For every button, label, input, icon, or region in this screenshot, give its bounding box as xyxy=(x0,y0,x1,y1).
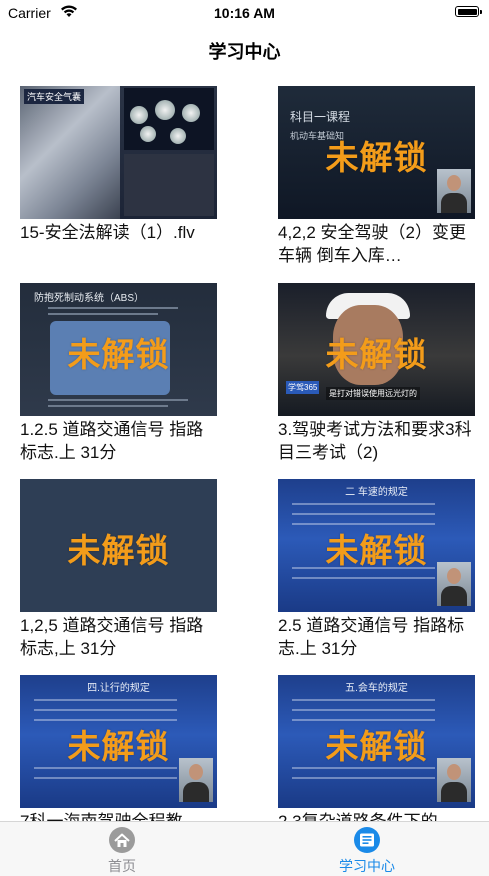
tab-bar: 首页 学习中心 xyxy=(0,821,489,876)
thumb-text: 学驾365 xyxy=(286,381,320,394)
thumb-text: 二 车速的规定 xyxy=(345,487,408,498)
video-title[interactable]: 2.5 道路交通信号 指路标志.上 31分 xyxy=(278,614,478,660)
video-title[interactable]: 1,2,5 道路交通信号 指路标志,上 31分 xyxy=(20,614,220,660)
tab-study-center-label: 学习中心 xyxy=(339,858,395,874)
battery-icon xyxy=(455,6,482,17)
video-thumbnail[interactable]: 五.会车的规定 未解锁 xyxy=(278,675,475,808)
video-title[interactable]: 7科一海南驾驶全程教 xyxy=(20,810,220,821)
thumb-text: 是打对错误使用远光灯的 xyxy=(326,387,420,400)
video-thumbnail[interactable]: 防抱死制动系统（ABS） 未解锁 xyxy=(20,283,217,416)
status-bar: Carrier 10:16 AM xyxy=(0,0,489,26)
locked-badge: 未解锁 xyxy=(325,139,428,176)
video-thumbnail[interactable]: 汽车安全气囊 xyxy=(20,86,217,219)
video-thumbnail[interactable]: 未解锁 xyxy=(20,479,217,612)
tab-home-label: 首页 xyxy=(108,858,136,874)
thumb-text: 汽车安全气囊 xyxy=(24,89,85,104)
page-title: 学习中心 xyxy=(208,42,281,62)
video-title[interactable]: 3.驾驶考试方法和要求3科目三考试（2) xyxy=(278,418,478,464)
locked-badge: 未解锁 xyxy=(325,532,428,569)
thumb-text: 五.会车的规定 xyxy=(345,683,408,694)
video-thumbnail[interactable]: 四.让行的规定 未解锁 xyxy=(20,675,217,808)
video-grid[interactable]: 汽车安全气囊 15-安全法解读（1）.flv 科目一课程 机动车基础知 未解锁 … xyxy=(0,86,489,821)
locked-badge: 未解锁 xyxy=(67,532,170,569)
thumb-text: 科目一课程 xyxy=(290,110,351,124)
thumb-text: 防抱死制动系统（ABS） xyxy=(34,293,145,304)
tab-study-center[interactable]: 学习中心 xyxy=(245,822,489,876)
video-title[interactable]: 4,2,2 安全驾驶（2）变更车辆 倒车入库… xyxy=(278,221,478,267)
locked-badge: 未解锁 xyxy=(325,336,428,373)
locked-badge: 未解锁 xyxy=(67,728,170,765)
tab-home[interactable]: 首页 xyxy=(0,822,244,876)
locked-badge: 未解锁 xyxy=(325,728,428,765)
video-title[interactable]: 15-安全法解读（1）.flv xyxy=(20,221,220,244)
locked-badge: 未解锁 xyxy=(67,336,170,373)
status-time: 10:16 AM xyxy=(214,5,275,21)
video-title[interactable]: 1.2.5 道路交通信号 指路标志.上 31分 xyxy=(20,418,220,464)
home-icon xyxy=(109,827,135,853)
study-book-icon xyxy=(354,827,380,853)
video-thumbnail[interactable]: 学驾365 是打对错误使用远光灯的 未解锁 xyxy=(278,283,475,416)
thumb-text: 四.让行的规定 xyxy=(87,683,150,694)
video-title[interactable]: 2.3复杂道路条件下的 xyxy=(278,810,478,821)
video-thumbnail[interactable]: 二 车速的规定 未解锁 xyxy=(278,479,475,612)
video-thumbnail[interactable]: 科目一课程 机动车基础知 未解锁 xyxy=(278,86,475,219)
